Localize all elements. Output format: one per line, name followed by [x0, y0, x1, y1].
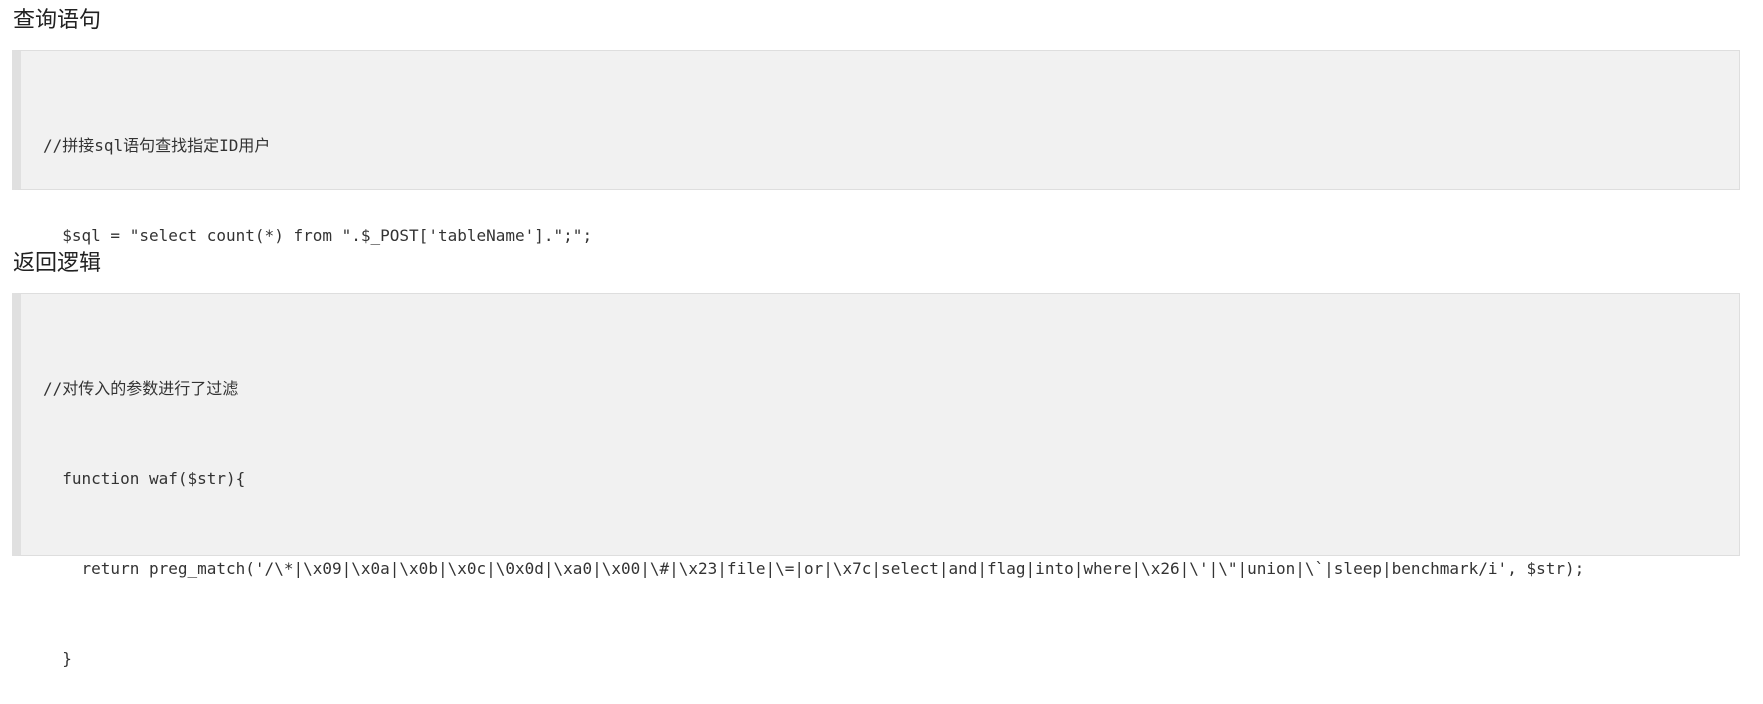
- section-title-return-logic: 返回逻辑: [13, 251, 102, 276]
- code-comment: //拼接sql语句查找指定ID用户: [43, 136, 271, 155]
- code-line: $sql = "select count(*) from ".$_POST['t…: [43, 226, 593, 245]
- code-line: }: [43, 649, 72, 668]
- code-block-query: //拼接sql语句查找指定ID用户 $sql = "select count(*…: [12, 50, 1740, 245]
- code-block-return-logic: //对传入的参数进行了过滤 function waf($str){ return…: [12, 293, 1740, 668]
- code-comment: //对传入的参数进行了过滤: [43, 379, 239, 398]
- section-title-query: 查询语句: [13, 8, 102, 33]
- code-line: return preg_match('/\*|\x09|\x0a|\x0b|\x…: [43, 559, 1585, 578]
- code-line: function waf($str){: [43, 469, 246, 488]
